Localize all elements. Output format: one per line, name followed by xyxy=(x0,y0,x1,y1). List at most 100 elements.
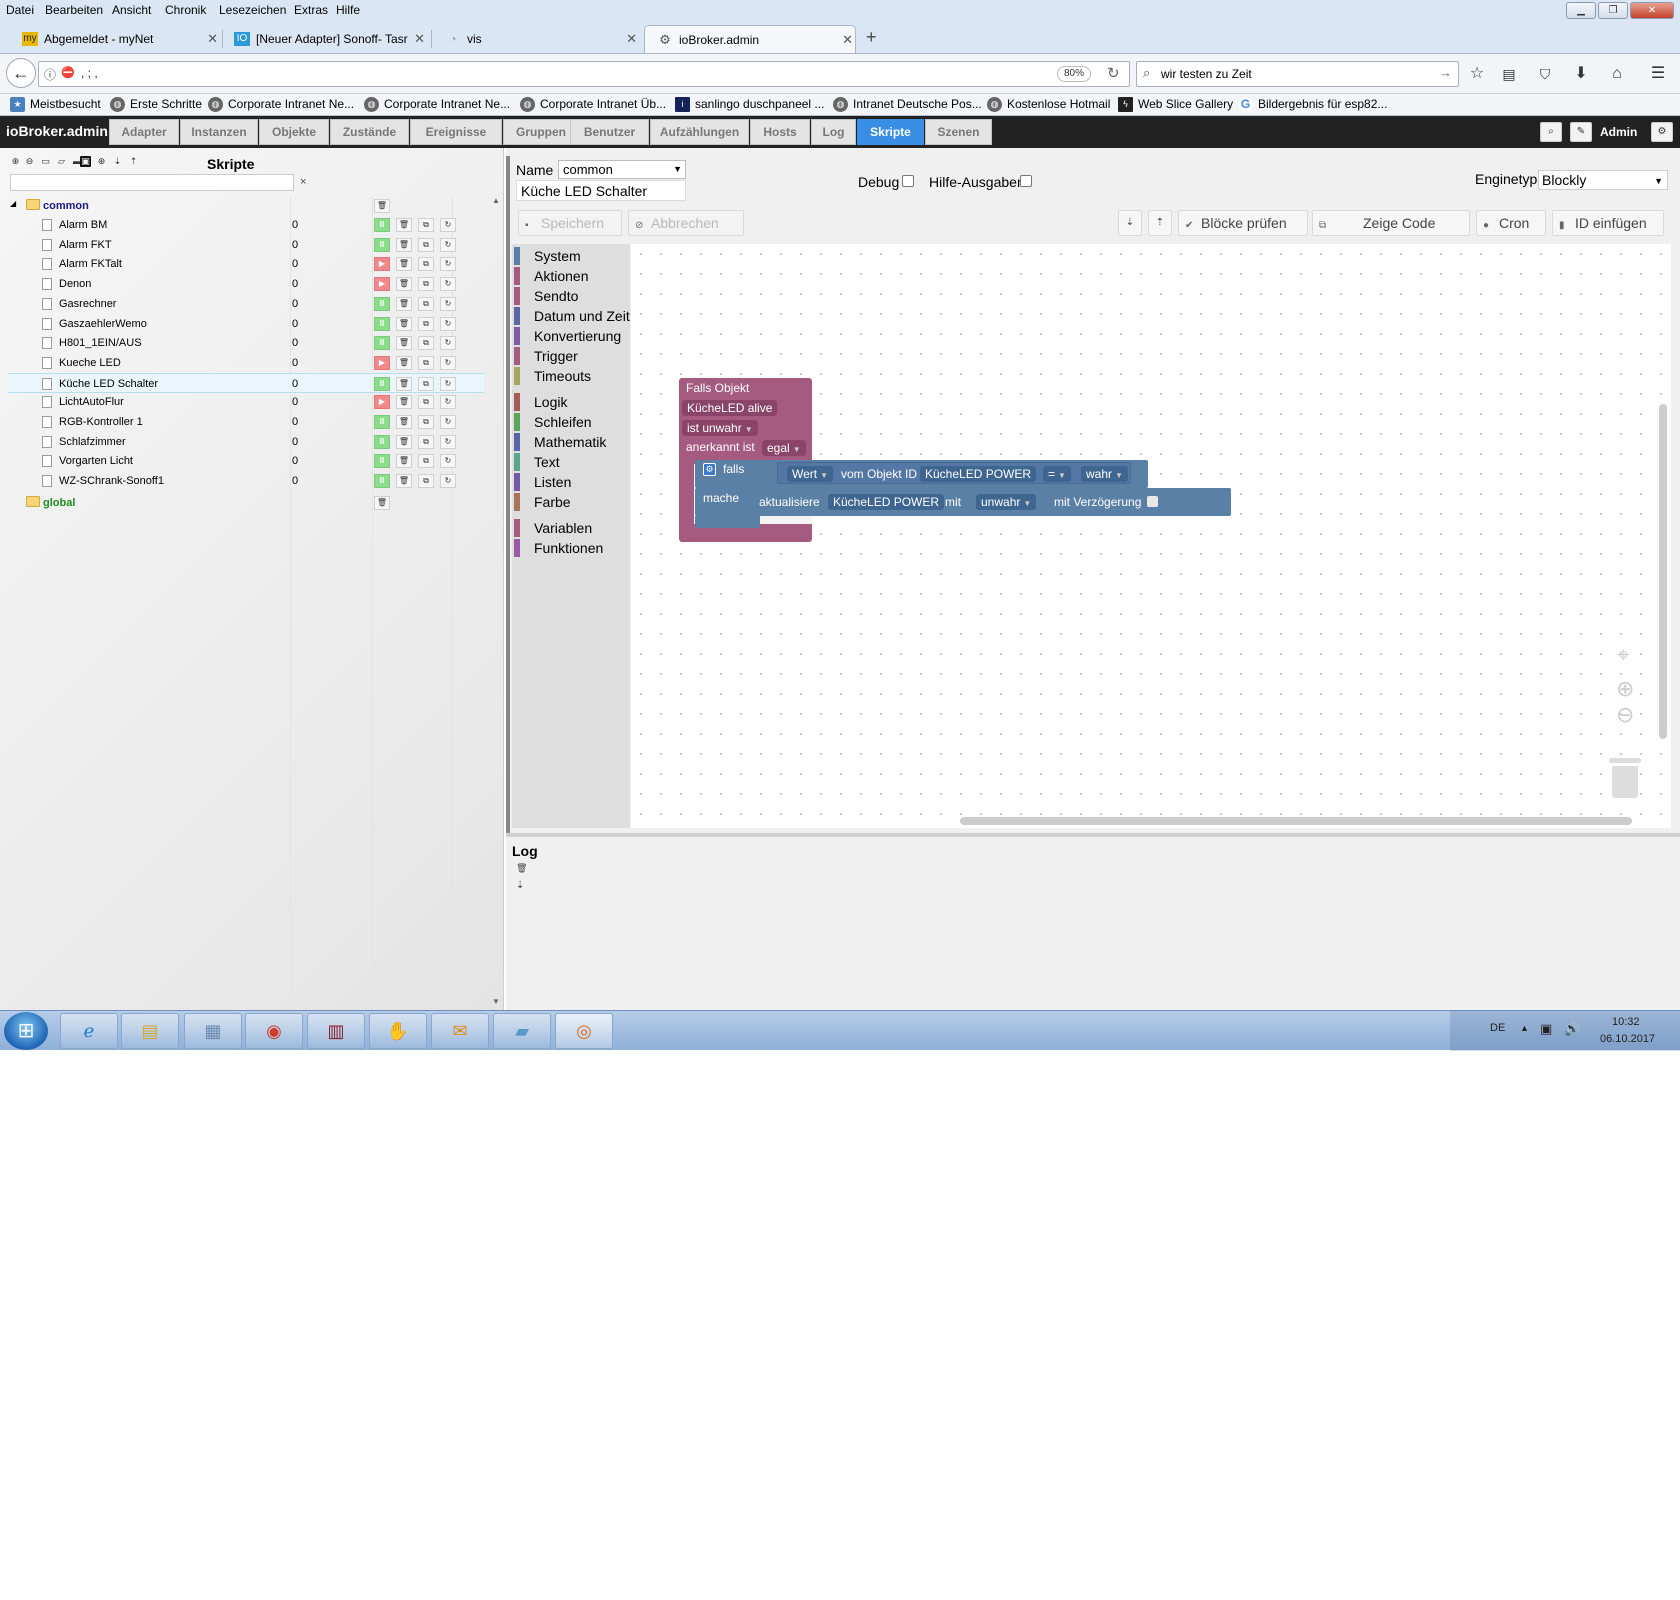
script-row[interactable]: LichtAutoFlur 0 ▶ 🗑 ⧉ ↻ xyxy=(8,392,484,412)
bookmark-item[interactable]: i sanlingo duschpaneel ... xyxy=(675,97,824,112)
play-icon[interactable]: ▶ xyxy=(374,395,390,410)
zoom-indicator[interactable]: 80% xyxy=(1057,66,1091,82)
tab-log[interactable]: Log xyxy=(811,119,856,145)
delete-icon[interactable]: 🗑 xyxy=(396,316,412,331)
restart-icon[interactable]: ↻ xyxy=(440,257,456,272)
explorer-folder-icon[interactable]: ▤ xyxy=(121,1013,179,1049)
toolbox-category-funktionen[interactable]: Funktionen xyxy=(512,538,603,558)
close-tab-icon[interactable]: ✕ xyxy=(207,25,218,53)
pause-icon[interactable]: II xyxy=(374,296,390,311)
new-tab-button[interactable]: + xyxy=(866,27,877,48)
toolbox-category-timeouts[interactable]: Timeouts xyxy=(512,366,591,386)
copy-icon[interactable]: ⧉ xyxy=(418,395,434,410)
copy-icon[interactable]: ⧉ xyxy=(418,296,434,311)
gear-icon[interactable]: ⚙ xyxy=(703,463,716,476)
script-row[interactable]: Alarm FKT 0 II 🗑 ⧉ ↻ xyxy=(8,235,484,255)
delete-icon[interactable]: 🗑 xyxy=(374,496,390,510)
copy-icon[interactable]: ⧉ xyxy=(418,415,434,429)
export-button[interactable]: ⇣ xyxy=(1118,210,1142,236)
bookmark-star-icon[interactable]: ☆ xyxy=(1467,64,1487,84)
tab-instanzen[interactable]: Instanzen xyxy=(180,119,258,145)
pause-icon[interactable]: II xyxy=(374,454,390,469)
notes-app-icon[interactable]: ▰ xyxy=(493,1013,551,1049)
tab-ereignisse[interactable]: Ereignisse xyxy=(410,119,502,145)
trigger-condition-dropdown[interactable]: ist unwahr ▼ xyxy=(682,420,758,436)
menu-chronik[interactable]: Chronik xyxy=(165,3,206,17)
clock-time[interactable]: 10:32 xyxy=(1612,1016,1640,1028)
reading-list-icon[interactable]: ▤ xyxy=(1499,64,1519,84)
delete-icon[interactable]: 🗑 xyxy=(396,218,412,232)
toolbox-category-farbe[interactable]: Farbe xyxy=(512,492,571,512)
copy-icon[interactable]: ⧉ xyxy=(418,336,434,351)
script-row[interactable]: GaszaehlerWemo 0 II 🗑 ⧉ ↻ xyxy=(8,314,484,334)
script-row[interactable]: Schlafzimmer 0 II 🗑 ⧉ ↻ xyxy=(8,432,484,452)
volume-icon[interactable]: 🔊 xyxy=(1564,1021,1580,1037)
restart-icon[interactable]: ↻ xyxy=(440,474,456,489)
folder-row-common[interactable]: ◢ common 🗑 xyxy=(8,196,484,216)
pause-icon[interactable]: II xyxy=(374,415,390,429)
delete-icon[interactable]: 🗑 xyxy=(396,336,412,351)
restart-icon[interactable]: ↻ xyxy=(440,415,456,429)
update-value-dropdown[interactable]: unwahr ▼ xyxy=(976,494,1037,510)
delete-icon[interactable]: 🗑 xyxy=(374,199,390,213)
delete-icon[interactable]: 🗑 xyxy=(396,376,412,391)
tab-vis[interactable]: ◔ vis ✕ xyxy=(433,25,639,53)
restart-icon[interactable]: ↻ xyxy=(440,316,456,331)
add-icon[interactable]: ⊕ xyxy=(96,156,107,167)
bookmark-item[interactable]: ◍ Corporate Intranet Ne... xyxy=(208,97,354,112)
close-window-icon[interactable]: ✕ xyxy=(1630,2,1674,19)
url-bar[interactable]: ⓘ ⛔ , ; , 80% ↻ xyxy=(38,61,1130,87)
tab-sonoff-forum[interactable]: IO [Neuer Adapter] Sonoff- Tasr ✕ xyxy=(222,25,427,53)
script-row[interactable]: Küche LED Schalter 0 II 🗑 ⧉ ↻ xyxy=(8,372,484,393)
script-name-input[interactable]: Küche LED Schalter xyxy=(516,180,686,201)
delete-icon[interactable]: 🗑 xyxy=(516,863,527,874)
trash-icon[interactable] xyxy=(1609,758,1641,798)
delete-icon[interactable]: 🗑 xyxy=(396,277,412,292)
close-tab-icon[interactable]: ✕ xyxy=(626,25,637,53)
copy-icon[interactable]: ⧉ xyxy=(418,257,434,272)
network-icon[interactable]: ▣ xyxy=(1540,1021,1552,1037)
copy-icon[interactable]: ⧉ xyxy=(418,376,434,391)
pause-icon[interactable]: II xyxy=(374,376,390,391)
zoom-out-icon[interactable]: ⊖ xyxy=(1616,702,1634,728)
script-filter-input[interactable] xyxy=(10,174,294,191)
toolbox-category-text[interactable]: Text xyxy=(512,452,560,472)
menu-bearbeiten[interactable]: Bearbeiten xyxy=(45,3,103,17)
bookmark-item[interactable]: ◍ Corporate Intranet Ne... xyxy=(364,97,510,112)
restart-icon[interactable]: ↻ xyxy=(440,218,456,232)
handshake-app-icon[interactable]: ✋ xyxy=(369,1013,427,1049)
toolbox-category-sendto[interactable]: Sendto xyxy=(512,286,578,306)
collapse-all-icon[interactable]: ⊖ xyxy=(24,156,35,167)
tab-hosts[interactable]: Hosts xyxy=(750,119,810,145)
minimize-window-icon[interactable]: ▁ xyxy=(1566,2,1596,19)
delete-icon[interactable]: 🗑 xyxy=(396,355,412,370)
delay-checkbox[interactable] xyxy=(1147,496,1158,507)
tab-zustaende[interactable]: Zustände xyxy=(330,119,409,145)
play-icon[interactable]: ▶ xyxy=(374,257,390,272)
restore-window-icon[interactable]: ❐ xyxy=(1598,2,1628,19)
insert-id-button[interactable]: ▮ ID einfügen xyxy=(1552,210,1664,236)
copy-icon[interactable]: ⧉ xyxy=(418,474,434,489)
barcode-app-icon[interactable]: ▥ xyxy=(307,1013,365,1049)
operator-dropdown[interactable]: = ▼ xyxy=(1043,466,1071,482)
script-row[interactable]: Alarm BM 0 II 🗑 ⧉ ↻ xyxy=(8,215,484,235)
close-tab-icon[interactable]: ✕ xyxy=(842,26,853,53)
toolbox-category-aktionen[interactable]: Aktionen xyxy=(512,266,588,286)
toolbox-category-trigger[interactable]: Trigger xyxy=(512,346,578,366)
menu-datei[interactable]: Datei xyxy=(6,3,34,17)
center-icon[interactable]: ⌖ xyxy=(1617,642,1629,668)
play-icon[interactable]: ▶ xyxy=(374,277,390,292)
delete-icon[interactable]: 🗑 xyxy=(396,474,412,489)
delete-icon[interactable]: 🗑 xyxy=(396,415,412,429)
export-icon[interactable]: ⇣ xyxy=(516,880,524,891)
restart-icon[interactable]: ↻ xyxy=(440,336,456,351)
script-row[interactable]: RGB-Kontroller 1 0 II 🗑 ⧉ ↻ xyxy=(8,412,484,432)
tray-arrow-icon[interactable]: ▲ xyxy=(1520,1023,1529,1033)
settings-icon[interactable]: ⚙ xyxy=(1651,122,1673,142)
bookmark-item[interactable]: ϟ Web Slice Gallery xyxy=(1118,97,1233,112)
search-go-icon[interactable]: → xyxy=(1439,65,1452,80)
close-tab-icon[interactable]: ✕ xyxy=(410,25,425,53)
pause-icon[interactable]: II xyxy=(374,474,390,489)
script-row[interactable]: Vorgarten Licht 0 II 🗑 ⧉ ↻ xyxy=(8,451,484,471)
script-row[interactable]: Gasrechner 0 II 🗑 ⧉ ↻ xyxy=(8,294,484,314)
